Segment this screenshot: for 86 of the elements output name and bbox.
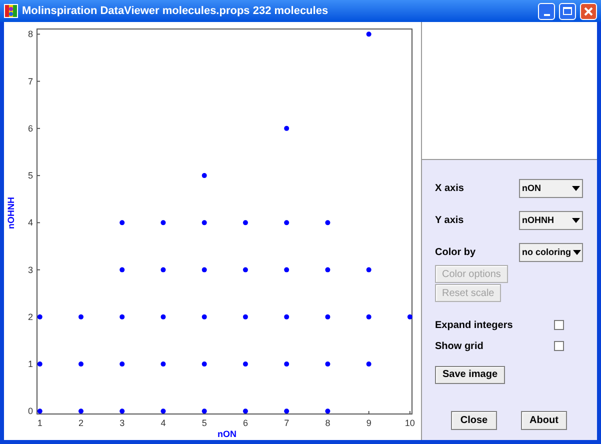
dropdown[interactable]: nON (519, 179, 583, 198)
data-point (120, 362, 125, 367)
data-point (37, 362, 42, 367)
data-point (120, 267, 125, 272)
data-point (284, 220, 290, 226)
app-icon (4, 4, 18, 18)
data-point (202, 267, 207, 272)
x-tick-label: 8 (325, 418, 330, 428)
close-button[interactable] (580, 2, 597, 20)
data-point (366, 362, 372, 367)
data-point (120, 220, 125, 226)
y-tick-label: 2 (28, 312, 33, 322)
x-axis-title: nON (218, 429, 236, 439)
data-point (242, 220, 248, 226)
footer-button[interactable]: About (521, 411, 567, 430)
data-point (284, 126, 290, 131)
dropdown[interactable]: nOHNH (519, 211, 583, 230)
data-point (202, 314, 207, 320)
x-tick-label: 10 (404, 418, 415, 428)
checkbox[interactable] (554, 341, 564, 351)
data-point (37, 408, 42, 414)
x-tick-label: 5 (202, 418, 207, 428)
data-point (160, 220, 166, 226)
y-tick-label: 6 (28, 123, 33, 134)
data-point (325, 362, 330, 367)
caret-icon (572, 186, 580, 191)
data-point (284, 408, 290, 414)
checkbox[interactable] (554, 320, 564, 330)
data-point (78, 314, 84, 320)
data-point (202, 408, 207, 414)
y-axis-title: nOHNH (6, 197, 16, 229)
data-point (37, 314, 42, 320)
data-point (366, 32, 372, 37)
footer-button[interactable]: Close (451, 411, 497, 430)
maximize-button[interactable] (559, 2, 576, 20)
data-point (202, 220, 207, 226)
select-label: X axis (435, 182, 465, 196)
data-point (120, 408, 125, 414)
data-point (242, 408, 248, 414)
close-icon (584, 6, 593, 16)
data-point (78, 362, 84, 367)
y-tick-label: 4 (28, 218, 33, 228)
select-label: Y axis (435, 214, 465, 228)
y-tick-label: 0 (28, 406, 33, 416)
save-image-button[interactable]: Save image (435, 366, 505, 384)
data-point (284, 267, 290, 272)
x-tick-label: 6 (242, 418, 248, 428)
y-tick-label: 8 (28, 29, 33, 40)
data-point (242, 362, 248, 367)
data-point (242, 267, 248, 272)
data-point (284, 314, 290, 320)
data-point (366, 267, 372, 272)
data-point (407, 314, 412, 320)
y-tick-label: 1 (28, 359, 33, 370)
data-point (284, 362, 290, 367)
data-point (366, 314, 372, 320)
caret-icon (572, 218, 580, 223)
select-label: Color by (435, 246, 477, 260)
checkbox-label: Expand integers (435, 318, 514, 332)
y-tick-label: 5 (28, 170, 33, 181)
data-point (325, 267, 330, 272)
checkbox-label: Show grid (435, 340, 484, 354)
x-tick-label: 2 (78, 418, 84, 428)
x-tick-label: 4 (160, 418, 166, 428)
dropdown[interactable]: no coloring (519, 243, 583, 262)
data-point (242, 314, 248, 320)
y-tick-label: 3 (28, 264, 33, 275)
window-title: Molinspiration DataViewer molecules.props 232 molecules (22, 4, 330, 19)
data-point (202, 362, 207, 367)
y-tick-label: 7 (28, 76, 33, 86)
data-point (78, 408, 84, 414)
data-point (160, 267, 166, 272)
x-tick-label: 1 (37, 418, 42, 428)
data-point (160, 408, 166, 414)
x-tick-label: 9 (366, 418, 372, 428)
data-point (325, 408, 330, 414)
data-point (120, 314, 125, 320)
x-tick-label: 7 (284, 418, 290, 428)
x-tick-label: 3 (120, 418, 125, 428)
minimize-button[interactable] (538, 2, 555, 20)
data-point (160, 314, 166, 320)
data-point (325, 314, 330, 320)
data-point (325, 220, 330, 226)
data-point (202, 173, 207, 178)
caret-icon (573, 250, 581, 255)
data-point (160, 362, 166, 367)
